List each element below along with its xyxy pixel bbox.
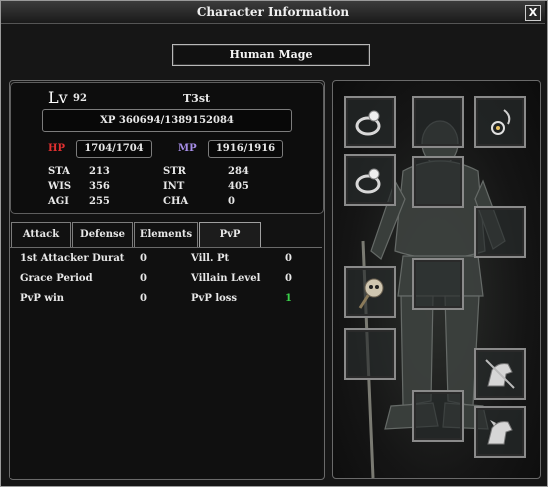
- window-title: Character Information: [196, 5, 350, 19]
- pvp-value-grace-period: 0: [140, 273, 147, 284]
- character-name: T3st: [183, 92, 211, 105]
- empty-slot-legs[interactable]: [412, 258, 464, 310]
- pvp-label-villain-points: Vill. Pt: [191, 253, 230, 264]
- pvp-label-villain-level: Villain Level: [191, 273, 261, 284]
- level-value: 92: [73, 93, 87, 104]
- level-label: Lv: [48, 88, 68, 107]
- tab-defense[interactable]: Defense: [72, 222, 133, 248]
- ring-slot-2[interactable]: [344, 154, 396, 206]
- skull-staff-icon: [358, 278, 384, 309]
- staff-slot[interactable]: [344, 266, 396, 318]
- horse-icon: [485, 359, 515, 389]
- horse-icon: [487, 420, 513, 445]
- stat-value-agi: 255: [89, 196, 110, 207]
- hp-value: 1704/1704: [76, 140, 152, 158]
- empty-slot-left-lower[interactable]: [344, 328, 396, 380]
- tab-attack[interactable]: Attack: [11, 222, 71, 248]
- stat-label-cha: CHA: [163, 196, 189, 207]
- empty-slot-right-upper[interactable]: [474, 206, 526, 258]
- mount-slot-1[interactable]: [474, 348, 526, 400]
- pvp-label-grace-period: Grace Period: [20, 273, 93, 284]
- stat-value-str: 284: [228, 166, 249, 177]
- ring-slot-1[interactable]: [344, 96, 396, 148]
- mp-value: 1916/1916: [208, 140, 283, 158]
- stat-label-agi: AGI: [48, 196, 69, 207]
- stat-label-str: STR: [163, 166, 186, 177]
- pvp-value-villain-points: 0: [285, 253, 292, 264]
- pvp-value-villain-level: 0: [285, 273, 292, 284]
- pvp-label-first-attacker: 1st Attacker Durat: [20, 253, 125, 264]
- stat-value-int: 405: [228, 181, 249, 192]
- pvp-value-pvp-loss: 1: [285, 293, 292, 304]
- close-button[interactable]: X: [525, 5, 541, 21]
- pvp-value-pvp-win: 0: [140, 293, 147, 304]
- tab-elements[interactable]: Elements: [134, 222, 198, 248]
- ring-icon: [355, 110, 381, 136]
- class-name-bar: Human Mage: [172, 44, 370, 66]
- pvp-label-pvp-win: PvP win: [20, 293, 65, 304]
- equipment-panel: [332, 80, 541, 479]
- hp-label: HP: [48, 143, 65, 154]
- stat-value-cha: 0: [228, 196, 235, 207]
- earring-slot[interactable]: [474, 96, 526, 148]
- tab-pvp[interactable]: PvP: [199, 222, 261, 248]
- stat-value-sta: 213: [89, 166, 110, 177]
- stat-value-wis: 356: [89, 181, 110, 192]
- earring-icon: [491, 109, 511, 135]
- empty-slot-feet[interactable]: [412, 390, 464, 442]
- mount-slot-2[interactable]: [474, 406, 526, 458]
- mp-label: MP: [178, 143, 197, 154]
- pvp-label-pvp-loss: PvP loss: [191, 293, 238, 304]
- empty-slot-body[interactable]: [412, 156, 464, 208]
- xp-field: XP 360694/1389152084: [42, 109, 292, 132]
- title-bar[interactable]: Character Information X: [1, 1, 545, 24]
- ring-icon: [355, 168, 381, 194]
- pvp-value-first-attacker: 0: [140, 253, 147, 264]
- stat-label-int: INT: [163, 181, 185, 192]
- stat-label-wis: WIS: [48, 181, 72, 192]
- stat-label-sta: STA: [48, 166, 70, 177]
- empty-slot-top-middle[interactable]: [412, 96, 464, 148]
